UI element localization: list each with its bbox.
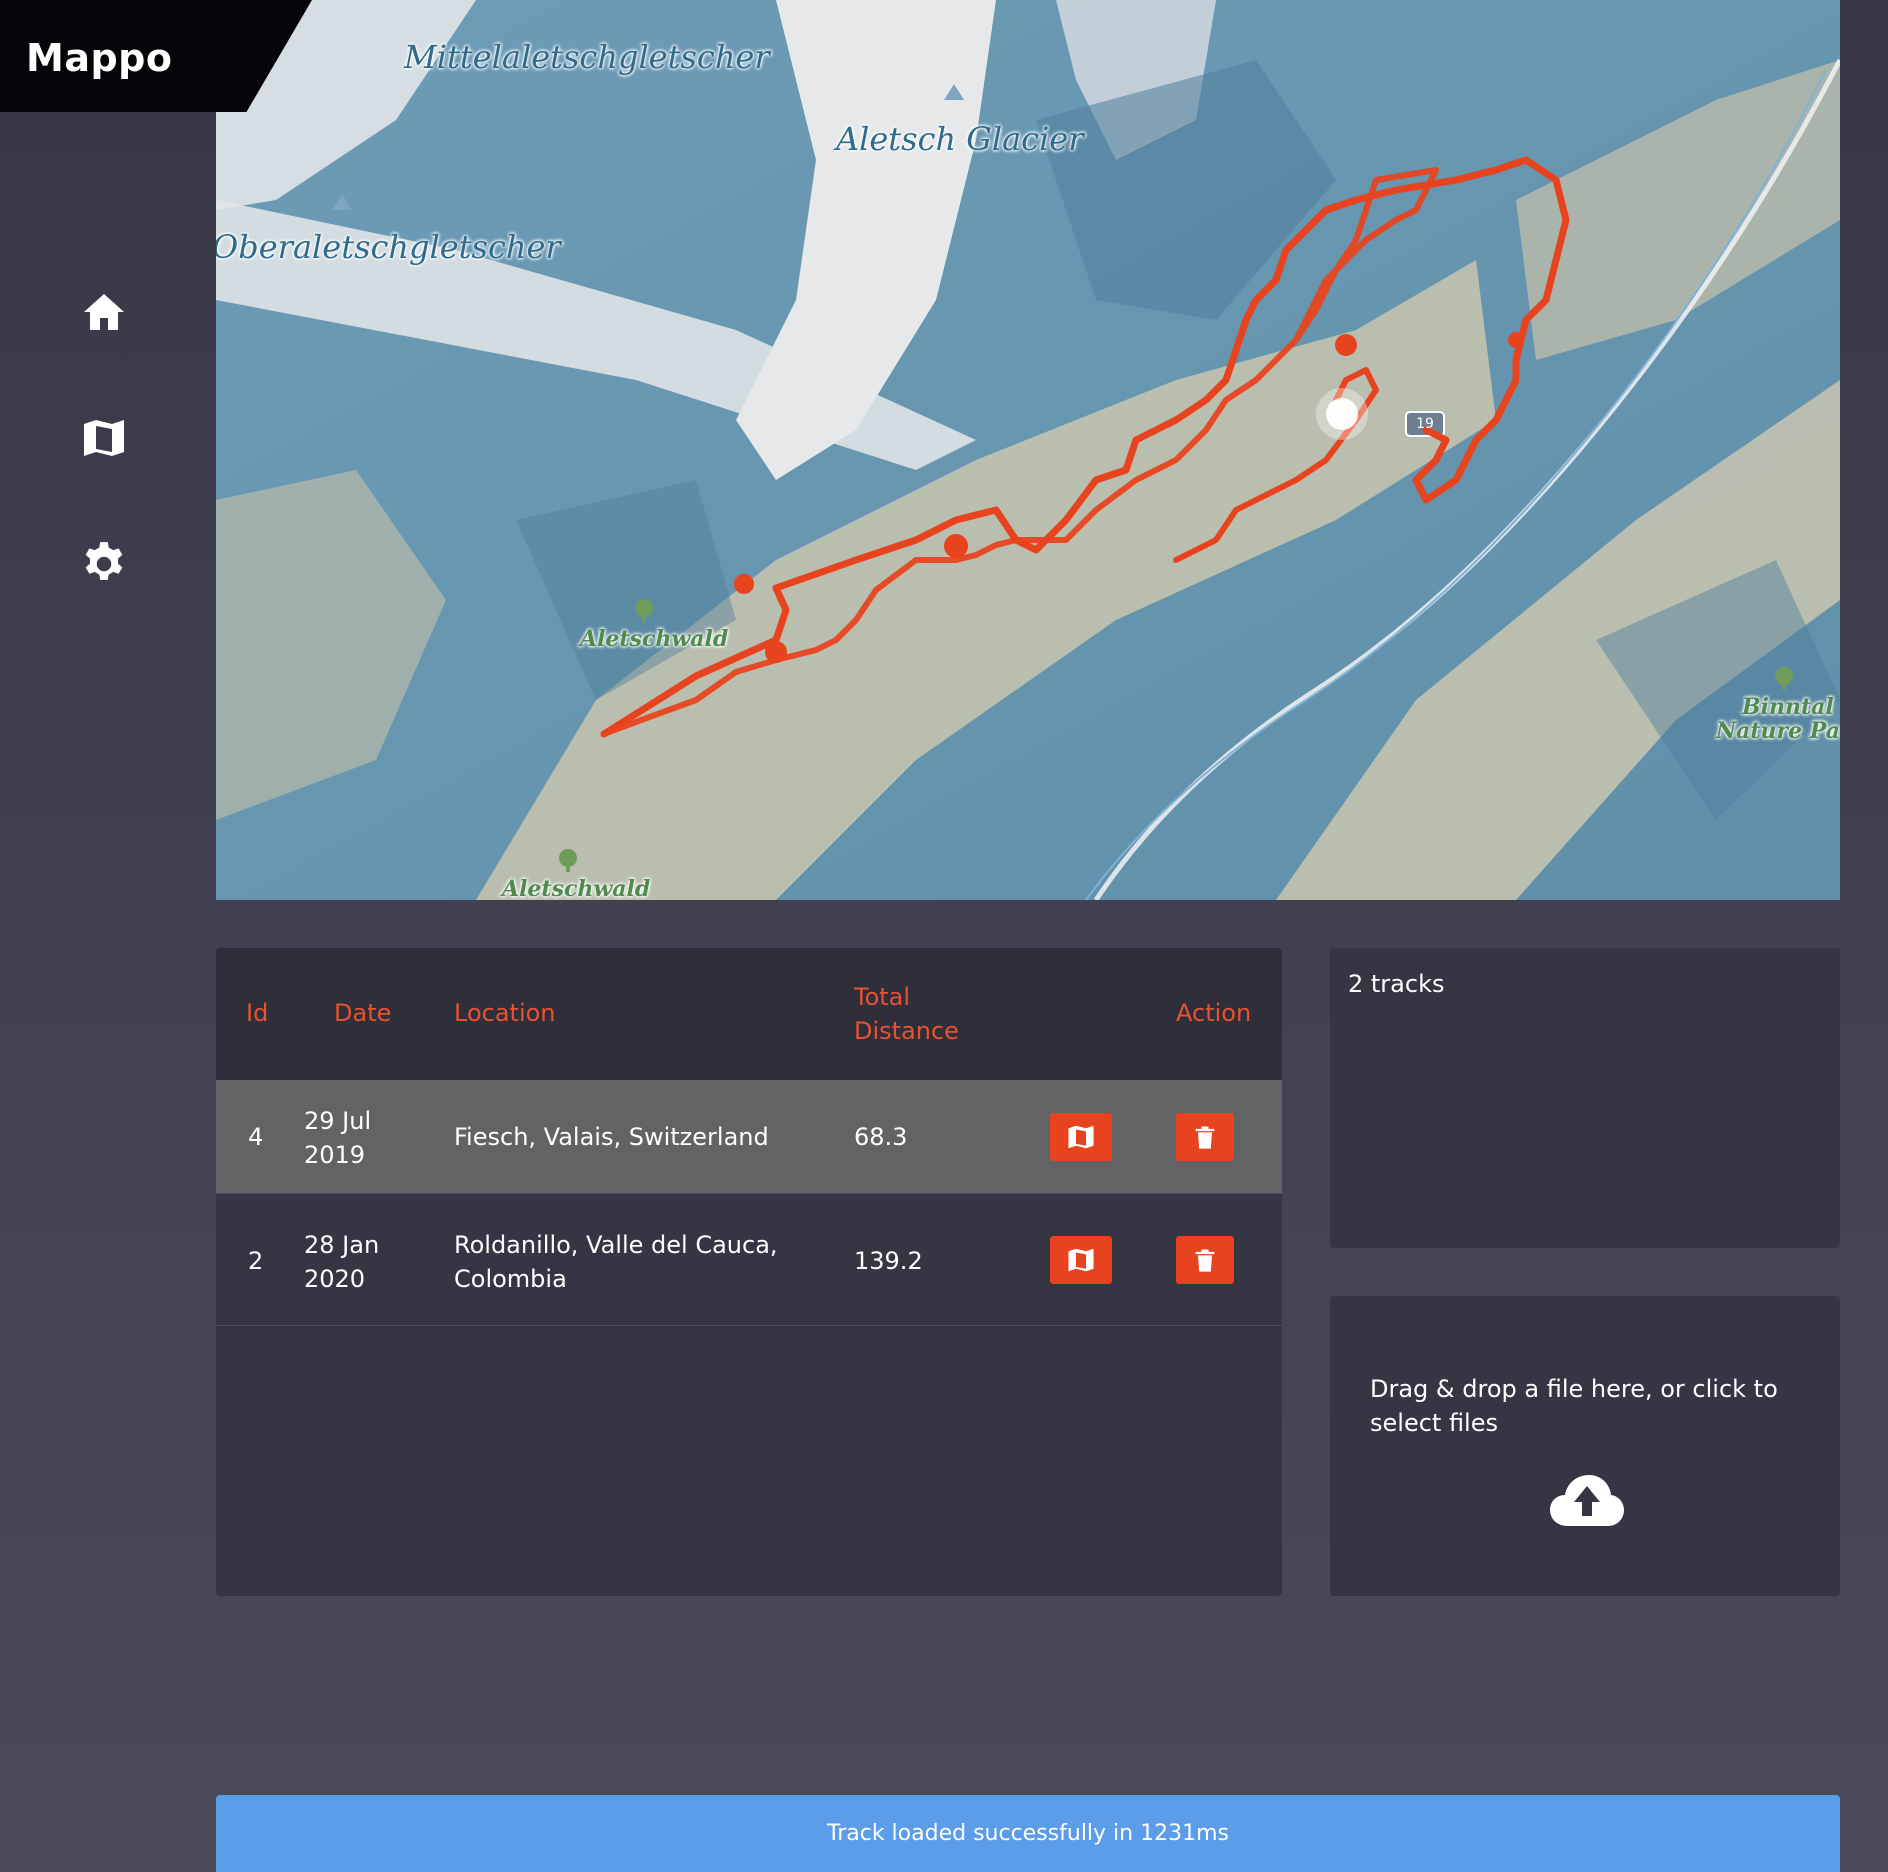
col-distance-header: Total Distance xyxy=(854,980,959,1048)
tracks-table: Id Date Location Total Distance Action 4… xyxy=(216,948,1282,1596)
row-date: 28 Jan 2020 xyxy=(304,1228,379,1296)
road-shield-label: 19 xyxy=(1416,416,1434,432)
toast-message: Track loaded successfully in 1231ms xyxy=(827,1821,1229,1846)
row-date-line2: 2020 xyxy=(304,1265,366,1293)
row-distance: 139.2 xyxy=(854,1247,923,1275)
col-distance-header-line1: Total xyxy=(854,983,911,1011)
dropzone-prompt: Drag & drop a file here, or click to sel… xyxy=(1370,1375,1778,1437)
tracks-count: 2 tracks xyxy=(1348,970,1445,998)
row-date-line1: 28 Jan xyxy=(304,1231,380,1259)
delete-button[interactable] xyxy=(1176,1236,1234,1284)
view-map-button[interactable] xyxy=(1050,1236,1112,1284)
row-date-line1: 29 Jul xyxy=(304,1107,372,1135)
home-icon xyxy=(84,294,124,330)
table-row[interactable]: 4 29 Jul 2019 Fiesch, Valais, Switzerlan… xyxy=(216,1080,1282,1194)
row-date-line2: 2019 xyxy=(304,1141,366,1169)
row-location-line2: Colombia xyxy=(454,1265,567,1293)
map-label-mittelaletsch: Mittelaletschgletscher xyxy=(404,38,770,76)
table-header: Id Date Location Total Distance Action xyxy=(216,948,1282,1080)
gear-icon xyxy=(85,542,123,581)
trash-icon xyxy=(1195,1126,1215,1149)
cloud-upload-icon xyxy=(1550,1475,1624,1526)
col-distance-header-line2: Distance xyxy=(854,1017,959,1045)
nav-map[interactable] xyxy=(78,412,130,464)
map-label-binntal: Binntal xyxy=(1742,694,1834,720)
row-id: 2 xyxy=(248,1247,264,1275)
row-date: 29 Jul 2019 xyxy=(304,1104,371,1172)
map-icon xyxy=(1068,1248,1094,1272)
map-label-aletschwald: Aletschwald xyxy=(580,626,729,652)
col-date-header: Date xyxy=(334,999,392,1027)
row-location: Roldanillo, Valle del Cauca, Colombia xyxy=(454,1228,778,1296)
view-map-button[interactable] xyxy=(1050,1113,1112,1161)
map-icon xyxy=(84,420,124,456)
map-label-aletschwald-south: Aletschwald xyxy=(502,876,651,900)
row-distance: 68.3 xyxy=(854,1123,908,1151)
table-row[interactable]: 2 28 Jan 2020 Roldanillo, Valle del Cauc… xyxy=(216,1194,1282,1326)
col-id-header: Id xyxy=(246,999,269,1027)
map-label-oberaletsch: Oberaletschgletscher xyxy=(216,228,561,266)
trash-icon xyxy=(1195,1249,1215,1272)
col-location-header: Location xyxy=(454,999,556,1027)
tracks-summary-card: 2 tracks xyxy=(1330,948,1840,1248)
success-toast: Track loaded successfully in 1231ms xyxy=(216,1795,1840,1872)
row-location: Fiesch, Valais, Switzerland xyxy=(454,1123,769,1151)
col-action-header: Action xyxy=(1176,999,1252,1027)
map-view[interactable]: Mittelaletschgletscher Aletsch Glacier O… xyxy=(216,0,1840,900)
row-id: 4 xyxy=(248,1123,264,1151)
nav-settings[interactable] xyxy=(78,538,130,590)
map-icon xyxy=(1068,1125,1094,1149)
app-title: Mappo xyxy=(26,36,173,80)
file-dropzone[interactable]: Drag & drop a file here, or click to sel… xyxy=(1330,1296,1840,1596)
map-label-binntal-park: Nature Park xyxy=(1716,718,1840,744)
row-location-line1: Roldanillo, Valle del Cauca, xyxy=(454,1231,778,1259)
delete-button[interactable] xyxy=(1176,1113,1234,1161)
map-label-aletsch-glacier: Aletsch Glacier xyxy=(836,120,1084,158)
nav-home[interactable] xyxy=(78,286,130,338)
